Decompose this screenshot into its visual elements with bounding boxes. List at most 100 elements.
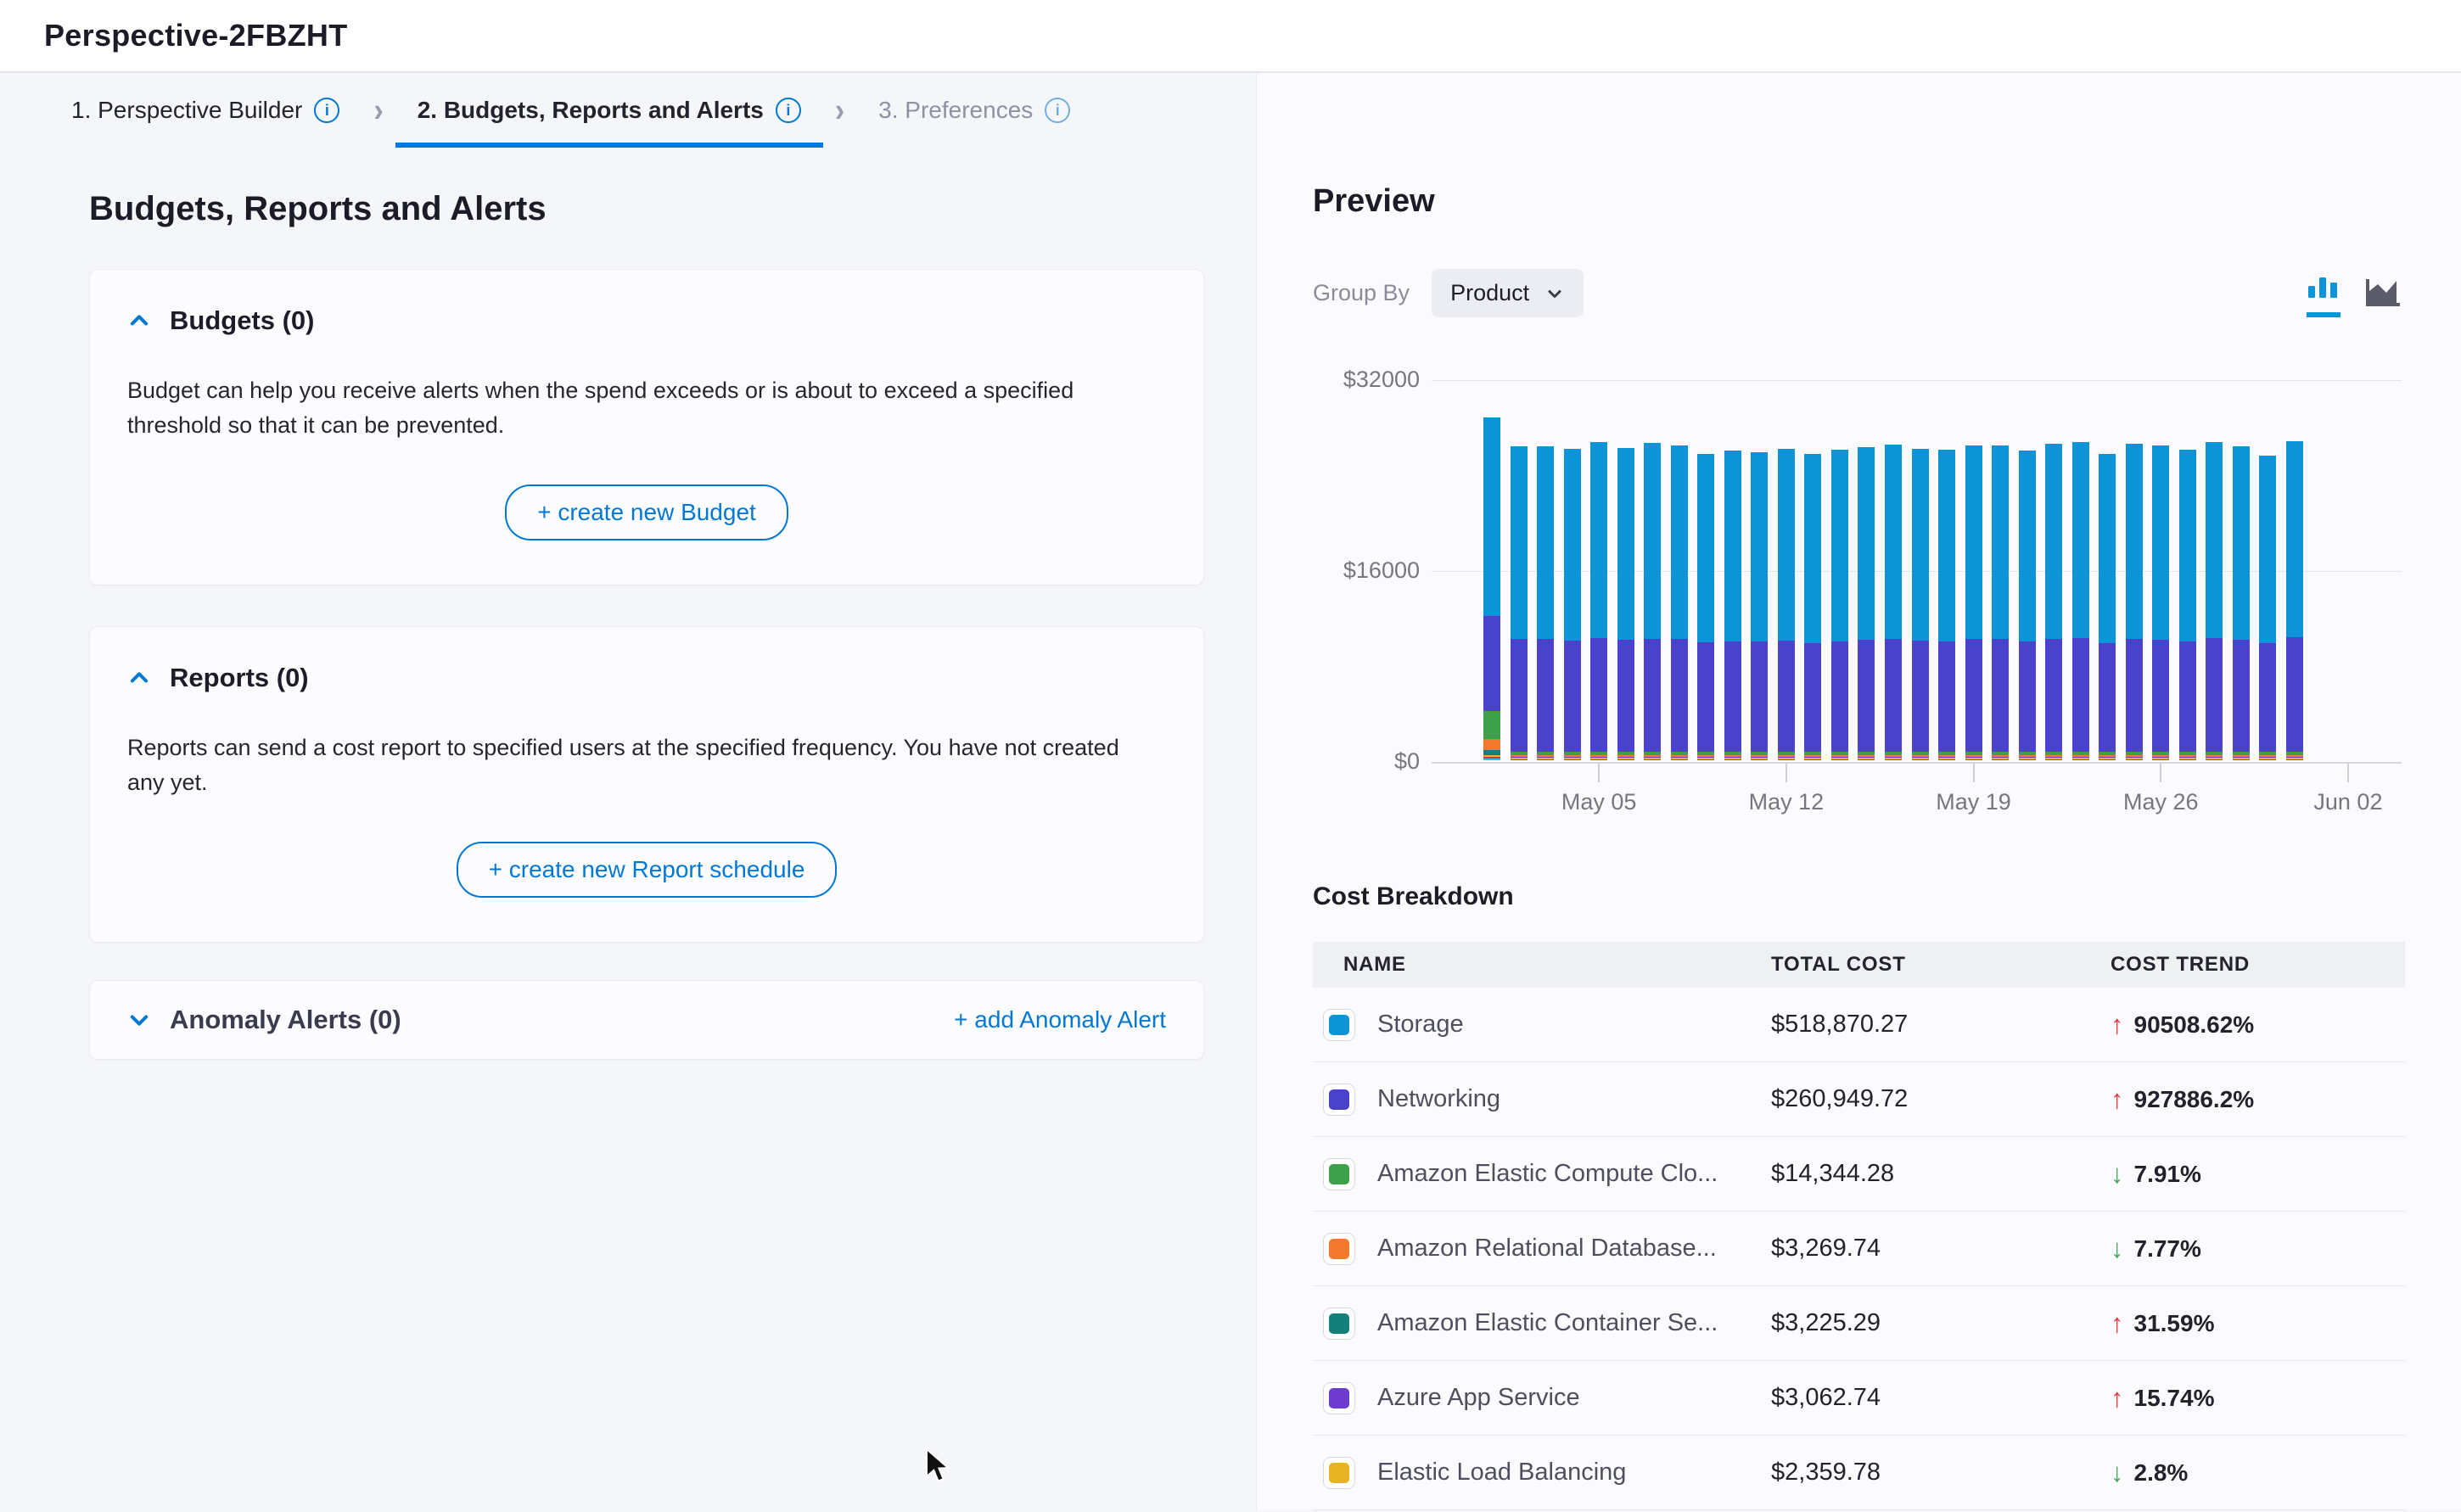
bar-segment-networking — [2179, 641, 2196, 752]
legend-color-chip[interactable] — [1323, 1009, 1355, 1041]
stacked-bar-day-7[interactable] — [1644, 443, 1661, 760]
stacked-bar-day-5[interactable] — [1590, 442, 1607, 760]
trend-value: 7.77% — [2134, 1235, 2201, 1263]
stacked-bar-day-9[interactable] — [1697, 454, 1714, 760]
x-axis-label: May 12 — [1749, 789, 1825, 815]
stacked-bar-day-12[interactable] — [1778, 449, 1795, 760]
cost-trend-cell: ↓7.91% — [2111, 1159, 2405, 1190]
name-cell: Elastic Load Balancing — [1313, 1457, 1771, 1489]
bar-segment-networking — [1511, 639, 1528, 751]
stacked-bar-day-18[interactable] — [1938, 450, 1955, 760]
cost-breakdown-row[interactable]: Amazon Elastic Compute Clo...$14,344.28↓… — [1313, 1137, 2405, 1212]
tab-preferences[interactable]: 3. Preferences i — [856, 73, 1092, 148]
chevron-up-icon[interactable] — [127, 309, 151, 333]
reports-card: Reports (0) Reports can send a cost repo… — [89, 626, 1204, 943]
legend-color-swatch — [1329, 1089, 1349, 1110]
cost-trend-cell: ↑15.74% — [2111, 1383, 2405, 1414]
bar-segment-storage — [1483, 417, 1500, 615]
chevron-right-icon: › — [373, 92, 383, 130]
bar-segment-networking — [2233, 640, 2250, 751]
bar-segment-unlabeled-red — [1751, 759, 1768, 760]
stacked-bar-day-16[interactable] — [1885, 445, 1902, 760]
cost-breakdown-row[interactable]: Storage$518,870.27↑90508.62% — [1313, 988, 2405, 1062]
stacked-bar-day-30[interactable] — [2259, 456, 2276, 760]
bar-segment-unlabeled-red — [1590, 759, 1607, 760]
stacked-bar-day-22[interactable] — [2045, 444, 2062, 760]
stacked-bar-day-1[interactable] — [1483, 417, 1500, 760]
bar-segment-storage — [1965, 445, 1982, 639]
stacked-bar-day-23[interactable] — [2072, 442, 2089, 760]
bar-chart-toggle[interactable] — [2307, 274, 2340, 317]
stacked-bar-day-17[interactable] — [1912, 449, 1929, 760]
budgets-header[interactable]: Budgets (0) — [127, 305, 1166, 336]
legend-color-chip[interactable] — [1323, 1457, 1355, 1489]
legend-color-chip[interactable] — [1323, 1158, 1355, 1190]
bar-segment-storage — [1564, 449, 1581, 641]
add-anomaly-alert-button[interactable]: + add Anomaly Alert — [954, 1006, 1166, 1033]
reports-header[interactable]: Reports (0) — [127, 663, 1166, 693]
reports-title: Reports (0) — [170, 663, 309, 693]
anomaly-alerts-header[interactable]: Anomaly Alerts (0) — [127, 1005, 401, 1035]
group-by-label: Group By — [1313, 280, 1410, 306]
bar-segment-unlabeled-red — [1831, 759, 1848, 760]
chevron-down-icon[interactable] — [127, 1008, 151, 1032]
stacked-bar-day-28[interactable] — [2206, 442, 2223, 760]
stacked-bar-day-2[interactable] — [1511, 446, 1528, 760]
stacked-bar-day-8[interactable] — [1671, 445, 1688, 760]
cost-breakdown-row[interactable]: Azure App Service$3,062.74↑15.74% — [1313, 1361, 2405, 1436]
bar-segment-amazon-elastic-compute-clo- — [1483, 711, 1500, 739]
x-axis-label: May 19 — [1936, 789, 2011, 815]
legend-color-chip[interactable] — [1323, 1084, 1355, 1116]
stacked-bar-day-27[interactable] — [2179, 450, 2196, 760]
legend-color-chip[interactable] — [1323, 1233, 1355, 1265]
stacked-bar-day-20[interactable] — [1992, 445, 2009, 760]
row-name: Amazon Elastic Compute Clo... — [1377, 1160, 1718, 1188]
info-icon[interactable]: i — [314, 98, 339, 123]
cost-breakdown-row[interactable]: Amazon Relational Database...$3,269.74↓7… — [1313, 1212, 2405, 1286]
stacked-bar-day-3[interactable] — [1537, 446, 1554, 760]
legend-color-chip[interactable] — [1323, 1308, 1355, 1340]
cost-breakdown-row[interactable]: Elastic Load Balancing$2,359.78↓2.8% — [1313, 1436, 2405, 1510]
stacked-bar-day-13[interactable] — [1804, 454, 1821, 760]
stacked-bar-day-14[interactable] — [1831, 450, 1848, 760]
legend-color-chip[interactable] — [1323, 1382, 1355, 1414]
chevron-up-icon[interactable] — [127, 666, 151, 690]
stacked-bar-day-25[interactable] — [2126, 444, 2143, 760]
stacked-bar-day-19[interactable] — [1965, 445, 1982, 760]
bar-segment-unlabeled-red — [1537, 759, 1554, 760]
bar-segment-unlabeled-red — [1992, 759, 2009, 760]
stacked-bar-day-11[interactable] — [1751, 452, 1768, 760]
name-cell: Storage — [1313, 1009, 1771, 1041]
info-icon[interactable]: i — [1045, 98, 1070, 123]
chart-plot-area[interactable]: May 05May 12May 19May 26Jun 02 — [1438, 380, 2402, 762]
column-header-cost-trend: COST TREND — [2111, 953, 2405, 977]
stacked-bar-day-6[interactable] — [1617, 448, 1634, 760]
cost-breakdown-row[interactable]: Networking$260,949.72↑927886.2% — [1313, 1062, 2405, 1137]
bar-segment-storage — [2206, 442, 2223, 638]
bar-segment-storage — [1644, 443, 1661, 639]
trend-up-arrow-icon: ↑ — [2111, 1383, 2124, 1414]
cost-breakdown-row[interactable]: Amazon Elastic Container Se...$3,225.29↑… — [1313, 1286, 2405, 1361]
stacked-bar-day-24[interactable] — [2099, 454, 2116, 760]
stacked-bar-day-29[interactable] — [2233, 446, 2250, 760]
bar-segment-networking — [1537, 639, 1554, 751]
stacked-bar-day-10[interactable] — [1724, 451, 1741, 760]
stacked-bar-day-31[interactable] — [2286, 441, 2303, 760]
tab-perspective-builder[interactable]: 1. Perspective Builder i — [49, 73, 362, 148]
create-budget-button[interactable]: + create new Budget — [505, 484, 788, 540]
budgets-title: Budgets (0) — [170, 305, 315, 336]
cost-trend-cell: ↑90508.62% — [2111, 1010, 2405, 1040]
tab-budgets-reports-alerts[interactable]: 2. Budgets, Reports and Alerts i — [395, 73, 823, 148]
create-report-schedule-button[interactable]: + create new Report schedule — [457, 842, 838, 898]
bar-segment-storage — [2152, 445, 2169, 640]
area-chart-toggle[interactable] — [2364, 277, 2402, 317]
bar-segment-networking — [1724, 641, 1741, 752]
bar-segment-networking — [1992, 639, 2009, 751]
info-icon[interactable]: i — [776, 98, 801, 123]
group-by-dropdown[interactable]: Product — [1432, 269, 1584, 317]
section-title: Budgets, Reports and Alerts — [89, 190, 1205, 228]
stacked-bar-day-21[interactable] — [2019, 451, 2036, 760]
stacked-bar-day-26[interactable] — [2152, 445, 2169, 760]
stacked-bar-day-4[interactable] — [1564, 449, 1581, 760]
stacked-bar-day-15[interactable] — [1858, 447, 1875, 760]
